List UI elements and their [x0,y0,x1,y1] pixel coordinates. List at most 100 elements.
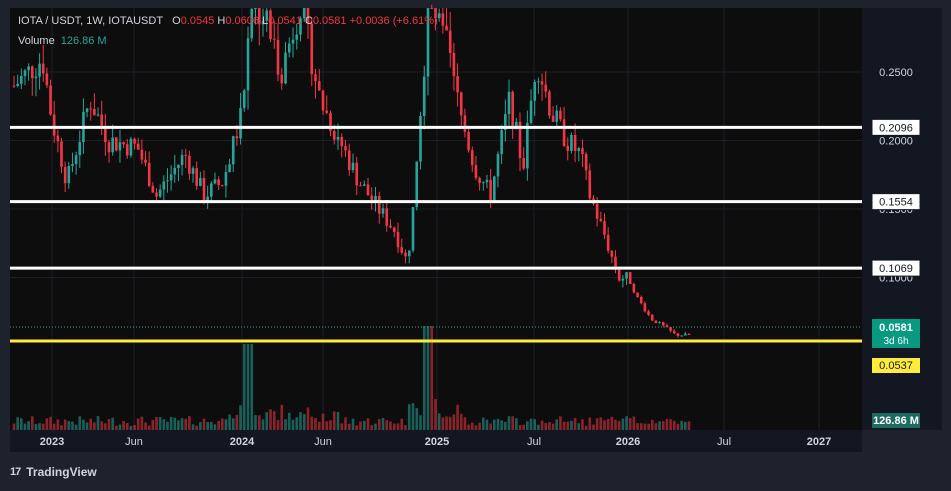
volume-bar[interactable] [166,421,169,430]
candle-body[interactable] [511,91,514,129]
volume-bar[interactable] [52,423,56,430]
volume-bar[interactable] [20,418,23,430]
candle-body[interactable] [540,81,544,85]
volume-bar[interactable] [419,415,422,430]
candle-body[interactable] [551,115,555,122]
volume-bar[interactable] [555,419,559,430]
volume-bar[interactable] [217,420,220,430]
volume-bar[interactable] [478,422,481,430]
volume-bar[interactable] [177,420,180,430]
candle-body[interactable] [340,136,344,147]
tradingview-footer[interactable]: 17 TradingView [10,465,97,479]
volume-bar[interactable] [559,416,562,430]
candle-body[interactable] [537,81,540,83]
volume-bar[interactable] [515,418,518,430]
candle-body[interactable] [496,154,500,177]
candle-body[interactable] [220,185,224,187]
candle-body[interactable] [351,162,355,171]
candle-body[interactable] [276,39,280,75]
volume-bar[interactable] [78,416,82,430]
volume-bar[interactable] [385,420,389,430]
candle-body[interactable] [370,195,374,201]
volume-bar[interactable] [507,416,511,430]
volume-bar[interactable] [129,425,133,430]
candle-body[interactable] [310,23,314,75]
candle-body[interactable] [570,134,573,151]
volume-bar[interactable] [280,404,284,430]
candle-body[interactable] [254,8,257,9]
candle-body[interactable] [325,110,329,113]
candle-body[interactable] [151,185,155,193]
volume-bar[interactable] [306,407,310,430]
candle-body[interactable] [573,134,577,152]
candle-body[interactable] [71,164,74,167]
candle-body[interactable] [643,303,647,312]
candle-body[interactable] [140,149,144,160]
candle-body[interactable] [169,174,173,181]
volume-bar[interactable] [610,416,614,430]
candle-body[interactable] [280,74,284,84]
candle-body[interactable] [295,34,299,40]
volume-bar[interactable] [669,419,672,430]
candle-body[interactable] [617,269,621,281]
candle-body[interactable] [377,196,381,214]
volume-bar[interactable] [206,422,209,430]
candle-body[interactable] [625,272,628,279]
candle-body[interactable] [217,179,220,186]
candle-body[interactable] [147,162,151,186]
volume-bar[interactable] [202,418,206,430]
candle-body[interactable] [202,178,206,202]
volume-bar[interactable] [169,416,173,430]
volume-bar[interactable] [220,418,224,430]
volume-bar[interactable] [34,424,38,430]
volume-bar[interactable] [340,423,344,430]
volume-bar[interactable] [599,417,603,430]
candle-body[interactable] [239,108,242,139]
volume-bar[interactable] [122,421,125,430]
candle-body[interactable] [467,131,470,151]
volume-bar[interactable] [107,419,111,430]
candle-body[interactable] [199,178,202,186]
volume-bar[interactable] [526,421,529,430]
candle-body[interactable] [195,168,198,186]
volume-bar[interactable] [82,419,85,430]
candle-body[interactable] [38,63,41,77]
volume-bar[interactable] [254,415,257,430]
volume-bar[interactable] [684,421,687,430]
candle-body[interactable] [529,100,533,123]
candle-body[interactable] [52,114,56,136]
volume-bar[interactable] [636,423,639,430]
candle-body[interactable] [628,272,632,285]
candle-body[interactable] [89,108,93,110]
symbol-name[interactable]: IOTA / USDT, 1W, IOTAUSDT [18,15,163,27]
candle-body[interactable] [621,278,625,281]
volume-bar[interactable] [195,425,198,430]
volume-bar[interactable] [518,425,522,430]
volume-bar[interactable] [577,423,581,430]
candle-body[interactable] [588,170,592,199]
candle-body[interactable] [654,320,658,323]
volume-bar[interactable] [314,418,317,430]
volume-bar[interactable] [500,420,503,430]
volume-bar[interactable] [71,421,74,430]
candle-body[interactable] [125,144,129,156]
volume-bar[interactable] [287,412,291,430]
candle-body[interactable] [533,82,537,101]
candle-body[interactable] [606,234,610,251]
candle-body[interactable] [478,177,481,184]
volume-bar[interactable] [261,419,265,430]
volume-bar[interactable] [302,414,306,430]
volume-bar[interactable] [210,421,213,430]
candle-body[interactable] [404,252,407,257]
candle-body[interactable] [246,38,250,91]
candle-body[interactable] [291,39,295,44]
volume-bar[interactable] [434,398,437,430]
candle-body[interactable] [224,172,228,186]
volume-bar[interactable] [489,423,492,430]
candle-body[interactable] [49,85,52,115]
candle-body[interactable] [599,218,603,221]
volume-bar[interactable] [415,408,419,430]
candle-body[interactable] [507,91,511,115]
candle-body[interactable] [78,142,82,156]
volume-bar[interactable] [456,404,459,430]
